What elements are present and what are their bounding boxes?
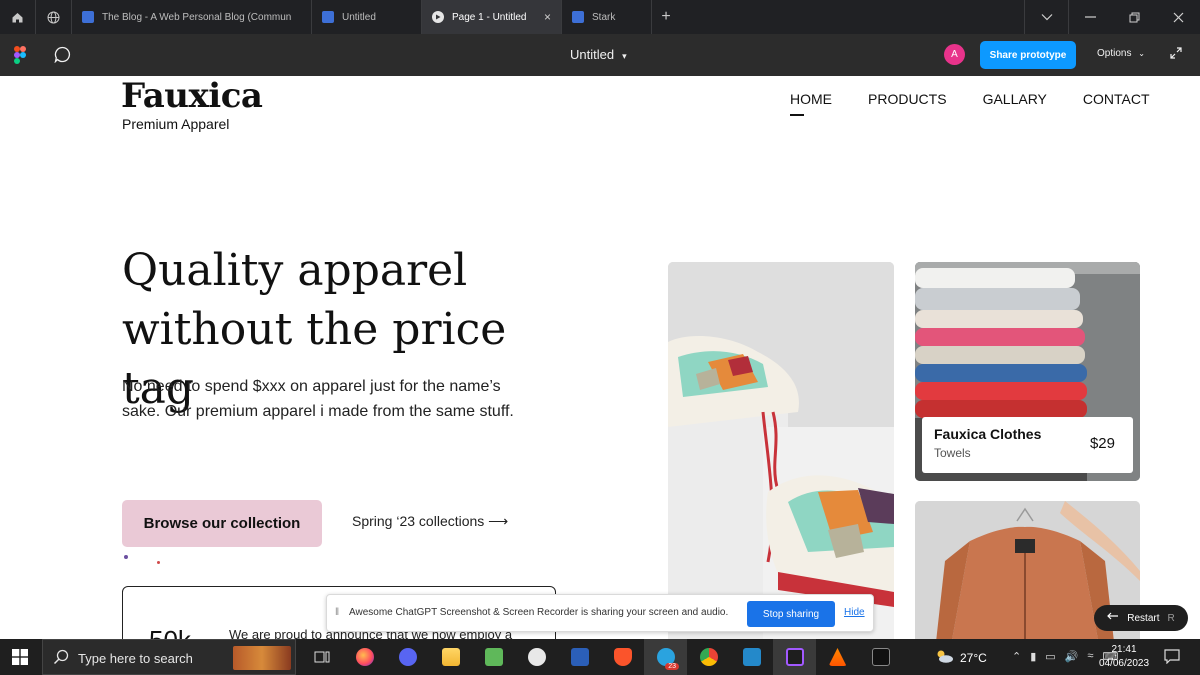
chevron-down-icon: ⌄: [1138, 49, 1145, 58]
prototype-canvas: Fauxica Premium Apparel HOME PRODUCTS GA…: [0, 76, 1200, 639]
minimize-icon[interactable]: [1068, 0, 1112, 34]
file-explorer-icon[interactable]: [429, 639, 472, 675]
firefox-icon[interactable]: [343, 639, 386, 675]
close-icon[interactable]: ×: [544, 10, 551, 24]
tab-blog[interactable]: The Blog - A Web Personal Blog (Commun: [72, 0, 312, 34]
wifi-icon[interactable]: ≈: [1087, 650, 1093, 663]
folder-sync-icon[interactable]: ▭: [1045, 650, 1055, 663]
taskbar-apps: 23: [300, 639, 902, 675]
figma-toolbar: Untitled ▾ A Share prototype Options ⌄: [0, 34, 1200, 76]
globe-icon[interactable]: [36, 0, 72, 34]
hero-title-line-1: Quality apparel: [122, 245, 468, 296]
figma-app-icon[interactable]: [773, 639, 816, 675]
restart-label: Restart: [1127, 612, 1160, 624]
telegram-icon[interactable]: 23: [644, 639, 687, 675]
close-window-icon[interactable]: [1156, 0, 1200, 34]
file-title: Untitled: [570, 47, 615, 62]
tab-label: Stark: [592, 11, 616, 23]
chevron-down-icon[interactable]: [1024, 0, 1068, 34]
avatar[interactable]: A: [944, 44, 965, 65]
volume-icon[interactable]: 🔊: [1065, 650, 1079, 663]
share-prototype-button[interactable]: Share prototype: [980, 41, 1076, 69]
spring-collections-link[interactable]: Spring ‘23 collections ⟶: [352, 513, 508, 530]
options-dropdown[interactable]: Options ⌄: [1097, 48, 1145, 59]
restart-shortcut: R: [1167, 612, 1175, 624]
stop-sharing-button[interactable]: Stop sharing: [747, 601, 835, 627]
search-icon: [53, 649, 69, 670]
restart-button[interactable]: Restart R: [1094, 605, 1188, 631]
new-tab-icon[interactable]: +: [652, 0, 680, 34]
product-card[interactable]: Fauxica Clothes Towels $29: [922, 417, 1133, 473]
play-icon: [432, 11, 444, 23]
battery-icon[interactable]: ▮: [1030, 650, 1036, 663]
nav-home[interactable]: HOME: [790, 91, 832, 116]
nav-contact[interactable]: CONTACT: [1083, 91, 1150, 107]
notepad-icon[interactable]: [472, 639, 515, 675]
word-icon[interactable]: [558, 639, 601, 675]
browse-collection-button[interactable]: Browse our collection: [122, 500, 322, 547]
stat-number: 50k: [149, 625, 191, 639]
file-title-dropdown[interactable]: Untitled ▾: [570, 47, 627, 62]
figma-file-icon: [572, 11, 584, 23]
chevron-up-icon[interactable]: ⌃: [1012, 650, 1021, 663]
task-view-icon[interactable]: [300, 639, 343, 675]
time: 21:41: [1111, 644, 1137, 655]
windows-start-icon[interactable]: [12, 649, 28, 670]
drag-handle-icon[interactable]: ‖: [335, 607, 339, 618]
notification-icon[interactable]: [1164, 648, 1180, 669]
brand-tagline: Premium Apparel: [122, 116, 230, 132]
restore-icon[interactable]: [1112, 0, 1156, 34]
chevron-down-icon: ▾: [622, 51, 627, 61]
hero-description: No need to spend $xxx on apparel just fo…: [122, 378, 514, 420]
search-highlight-illustration: [233, 646, 291, 670]
discord-icon[interactable]: [386, 639, 429, 675]
weather-widget[interactable]: 27°C: [934, 649, 987, 666]
tab-page-1-untitled[interactable]: Page 1 - Untitled ×: [422, 0, 562, 34]
vscode-icon[interactable]: [730, 639, 773, 675]
screen-sharing-banner: ‖ Awesome ChatGPT Screenshot & Screen Re…: [326, 594, 874, 632]
product-title: Fauxica Clothes: [934, 426, 1042, 442]
tab-untitled[interactable]: Untitled: [312, 0, 422, 34]
expand-icon[interactable]: [1170, 47, 1182, 62]
taskbar-search[interactable]: Type here to search: [42, 639, 296, 675]
brand-logo[interactable]: Fauxica: [121, 76, 263, 116]
brave-icon[interactable]: [601, 639, 644, 675]
decorative-dot: [157, 561, 160, 564]
sharing-message: Awesome ChatGPT Screenshot & Screen Reco…: [349, 607, 729, 618]
hide-link[interactable]: Hide: [844, 607, 865, 618]
main-nav: HOME PRODUCTS GALLARY CONTACT: [790, 91, 1150, 116]
tab-label: The Blog - A Web Personal Blog (Commun: [102, 11, 292, 23]
tab-label: Untitled: [342, 11, 376, 23]
tab-stark[interactable]: Stark: [562, 0, 652, 34]
options-label: Options: [1097, 48, 1132, 59]
browser-tab-bar: The Blog - A Web Personal Blog (Commun U…: [0, 0, 1200, 34]
telegram-badge: 23: [665, 663, 679, 670]
windows-taskbar: Type here to search 23 27°C ⌃ ▮ ▭ 🔊 ≈ ⌨ …: [0, 639, 1200, 675]
decorative-dot: [124, 555, 128, 559]
product-subtitle: Towels: [934, 446, 971, 460]
chrome-icon[interactable]: [687, 639, 730, 675]
figma-file-icon: [322, 11, 334, 23]
comment-icon[interactable]: [54, 46, 71, 68]
vlc-icon[interactable]: [816, 639, 859, 675]
figma-logo-icon[interactable]: [14, 46, 28, 64]
whatsapp-icon[interactable]: [515, 639, 558, 675]
nav-products[interactable]: PRODUCTS: [868, 91, 947, 107]
tab-label: Page 1 - Untitled: [452, 11, 527, 23]
undo-arrow-icon: [1107, 612, 1119, 624]
nav-gallary[interactable]: GALLARY: [983, 91, 1047, 107]
home-icon[interactable]: [0, 0, 36, 34]
tab-bar-spacer: [680, 0, 1024, 34]
cloud-sun-icon: [934, 649, 954, 666]
terminal-icon[interactable]: [859, 639, 902, 675]
search-placeholder: Type here to search: [78, 651, 193, 666]
product-price: $29: [1089, 435, 1115, 452]
date: 04/06/2023: [1098, 658, 1150, 669]
temperature: 27°C: [960, 650, 987, 665]
clock[interactable]: 21:41 04/06/2023: [1096, 643, 1152, 671]
figma-file-icon: [82, 11, 94, 23]
sneakers-image: [668, 262, 894, 639]
